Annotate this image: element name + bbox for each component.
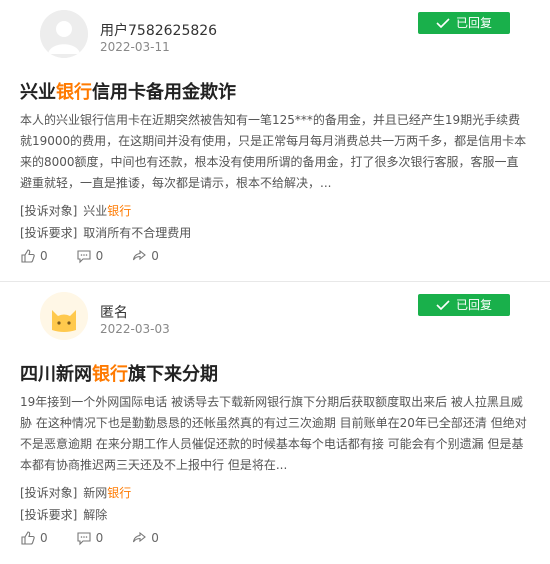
share-button[interactable]: 0	[131, 248, 159, 264]
like-count: 0	[40, 249, 48, 263]
like-icon	[21, 249, 35, 263]
post-date: 2022-03-03	[100, 322, 170, 336]
target-label: [投诉对象]	[20, 486, 78, 500]
like-button[interactable]: 0	[20, 530, 48, 546]
complaint-title[interactable]: 兴业银行信用卡备用金欺诈	[20, 78, 236, 104]
title-highlight: 银行	[92, 364, 128, 385]
comment-icon	[77, 250, 91, 264]
share-icon	[133, 531, 147, 543]
target-label: [投诉对象]	[20, 204, 78, 218]
comment-count: 0	[95, 531, 104, 545]
avatar	[40, 10, 88, 58]
share-icon	[133, 249, 147, 261]
target-highlight: 银行	[107, 204, 132, 218]
default-avatar-icon	[40, 10, 88, 58]
complaint-request: [投诉要求] 解除	[20, 506, 107, 523]
complaint-description[interactable]: 本人的兴业银行信用卡在近期突然被告知有一笔125***的备用金，并且已经产生19…	[20, 110, 530, 194]
user-name: 用户7582625826	[100, 23, 218, 39]
cat-avatar-icon	[40, 292, 88, 340]
complaint-target: [投诉对象] 兴业银行	[20, 202, 131, 219]
comment-count: 0	[95, 249, 104, 263]
post-date: 2022-03-11	[100, 40, 170, 54]
complaint-card[interactable]: 用户7582625826 2022-03-11 已回复 兴业银行信用卡备用金欺诈…	[0, 0, 550, 281]
status-text: 已回复	[455, 298, 492, 312]
action-bar: 0 0 0	[20, 530, 159, 546]
complaint-request: [投诉要求] 取消所有不合理费用	[20, 224, 191, 241]
complaint-title[interactable]: 四川新网银行旗下来分期	[20, 360, 218, 386]
complaint-target: [投诉对象] 新网银行	[20, 484, 131, 501]
request-label: [投诉要求]	[20, 226, 78, 240]
target-value: 新网	[83, 486, 108, 500]
target-value: 兴业	[83, 204, 108, 218]
like-icon	[21, 531, 35, 545]
request-label: [投诉要求]	[20, 508, 78, 522]
user-name: 匿名	[100, 305, 128, 321]
card-header: 匿名 2022-03-03 已回复	[20, 282, 530, 346]
complaint-description[interactable]: 19年接到一个外网国际电话 被诱导去下载新网银行旗下分期后获取额度取出来后 被人…	[20, 392, 530, 476]
title-text: 兴业	[20, 82, 56, 103]
like-count: 0	[40, 531, 48, 545]
request-value: 解除	[83, 508, 108, 522]
share-count: 0	[151, 249, 159, 263]
request-value: 取消所有不合理费用	[83, 226, 192, 240]
action-bar: 0 0 0	[20, 248, 159, 264]
share-count: 0	[151, 531, 159, 545]
complaint-card[interactable]: 匿名 2022-03-03 已回复 四川新网银行旗下来分期 19年接到一个外网国…	[0, 282, 550, 564]
status-badge: 已回复	[418, 12, 510, 34]
title-text: 旗下来分期	[128, 364, 218, 385]
status-text: 已回复	[455, 16, 492, 30]
avatar	[40, 292, 88, 340]
check-icon	[436, 300, 450, 310]
share-button[interactable]: 0	[131, 530, 159, 546]
comment-icon	[77, 532, 91, 546]
title-text: 信用卡备用金欺诈	[92, 82, 236, 103]
status-badge: 已回复	[418, 294, 510, 316]
comment-button[interactable]: 0	[76, 530, 104, 546]
target-highlight: 银行	[107, 486, 132, 500]
like-button[interactable]: 0	[20, 248, 48, 264]
check-icon	[436, 18, 450, 28]
title-text: 四川新网	[20, 364, 92, 385]
card-header: 用户7582625826 2022-03-11 已回复	[20, 0, 530, 64]
title-highlight: 银行	[56, 82, 92, 103]
comment-button[interactable]: 0	[76, 248, 104, 264]
